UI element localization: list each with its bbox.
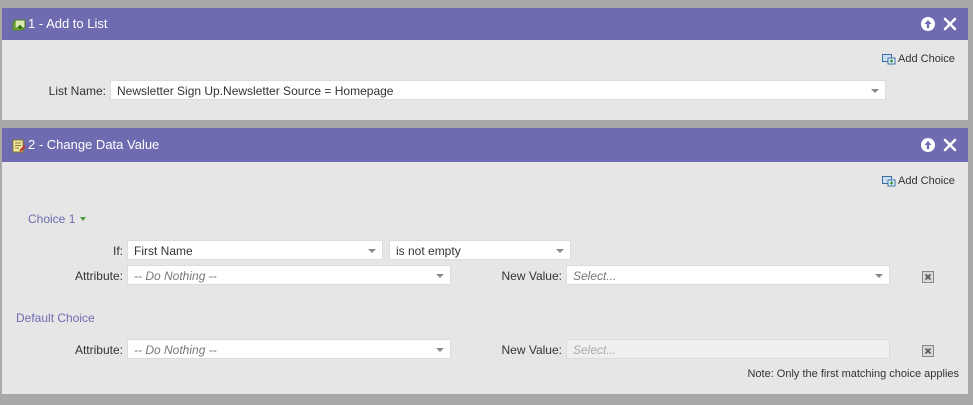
flow-step-add-to-list: 1 - Add to List Add Choice List Name: Ne…	[2, 8, 968, 120]
choice-1-toggle[interactable]: Choice 1	[28, 212, 87, 226]
close-icon[interactable]	[942, 16, 958, 32]
new-value-select[interactable]: Select...	[566, 265, 890, 285]
chevron-down-icon	[871, 89, 879, 93]
chevron-down-icon	[436, 274, 444, 278]
if-field-select[interactable]: First Name	[127, 240, 383, 260]
list-name-label: List Name:	[48, 84, 106, 98]
new-value-label: New Value:	[501, 343, 562, 357]
default-new-value-value: Select...	[573, 343, 617, 357]
attribute-select[interactable]: -- Do Nothing --	[127, 265, 451, 285]
delete-default-choice-icon[interactable]	[922, 345, 934, 357]
delete-choice-icon[interactable]	[922, 271, 934, 283]
default-attribute-value: -- Do Nothing --	[134, 343, 217, 357]
default-choice-title: Default Choice	[16, 311, 95, 325]
if-field-value: First Name	[134, 244, 193, 258]
add-choice-button[interactable]: Add Choice	[882, 175, 955, 187]
add-choice-button[interactable]: Add Choice	[882, 53, 955, 65]
add-choice-icon	[882, 54, 896, 65]
add-choice-label: Add Choice	[898, 175, 955, 187]
default-new-value-select: Select...	[566, 339, 890, 359]
flow-step-change-data-value: 2 - Change Data Value Add Choice Choice …	[2, 128, 968, 394]
close-icon[interactable]	[942, 137, 958, 153]
attribute-label: Attribute:	[74, 269, 123, 283]
attribute-label: Attribute:	[74, 343, 123, 357]
list-name-select[interactable]: Newsletter Sign Up.Newsletter Source = H…	[110, 80, 886, 100]
move-up-icon[interactable]	[920, 16, 936, 32]
note-text: Note: Only the first matching choice app…	[747, 368, 959, 380]
panel-header: 2 - Change Data Value	[2, 128, 968, 162]
panel-title: 1 - Add to List	[28, 16, 108, 31]
if-label: If:	[112, 244, 123, 258]
chevron-down-icon	[556, 249, 564, 253]
panel-header: 1 - Add to List	[2, 8, 968, 40]
add-choice-icon	[882, 176, 896, 187]
attribute-value: -- Do Nothing --	[134, 269, 217, 283]
choice-1-title: Choice 1	[28, 212, 76, 226]
chevron-down-icon	[436, 348, 444, 352]
add-choice-label: Add Choice	[898, 53, 955, 65]
move-up-icon[interactable]	[920, 137, 936, 153]
if-operator-select[interactable]: is not empty	[389, 240, 571, 260]
chevron-down-icon	[368, 249, 376, 253]
new-value-value: Select...	[573, 269, 617, 283]
chevron-down-icon	[875, 274, 883, 278]
caret-down-icon	[79, 217, 86, 221]
new-value-label: New Value:	[501, 269, 562, 283]
default-attribute-select[interactable]: -- Do Nothing --	[127, 339, 451, 359]
list-name-value: Newsletter Sign Up.Newsletter Source = H…	[117, 84, 394, 98]
change-data-value-icon	[12, 139, 26, 153]
add-to-list-icon	[12, 19, 26, 31]
panel-title: 2 - Change Data Value	[28, 137, 160, 152]
if-operator-value: is not empty	[396, 244, 461, 258]
